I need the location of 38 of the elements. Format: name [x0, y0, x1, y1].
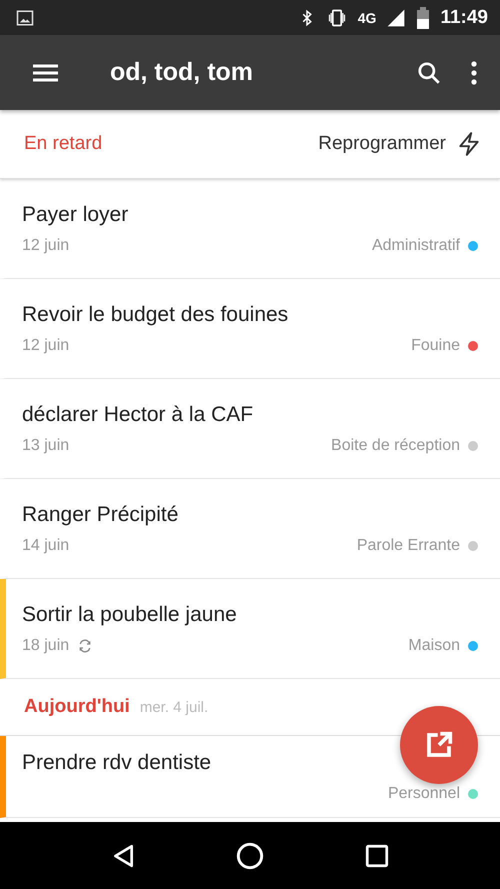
- task-title: déclarer Hector à la CAF: [22, 402, 254, 426]
- task-title: Payer loyer: [22, 202, 128, 226]
- task-title: Revoir le budget des fouines: [22, 302, 288, 326]
- task-title: Prendre rdv dentiste: [22, 750, 212, 774]
- section-title: Aujourd'hui: [24, 696, 130, 718]
- task-row[interactable]: Sortir la poubelle jaune 18 juin Maison: [0, 579, 500, 679]
- task-date: 12 juin: [22, 336, 70, 354]
- task-row[interactable]: Payer loyer 12 juin Administratif: [0, 179, 500, 279]
- clock: 11:49: [440, 6, 488, 28]
- home-icon: [236, 842, 264, 870]
- task-row[interactable]: Ranger Précipité 14 juin Parole Errante: [0, 479, 500, 579]
- project-label: Maison: [408, 636, 460, 654]
- section-date: mer. 4 juil.: [140, 698, 208, 716]
- project-label: Parole Errante: [356, 536, 460, 554]
- task-row[interactable]: déclarer Hector à la CAF 13 juin Boite de réception: [0, 379, 500, 479]
- task-title: Ranger Précipité: [22, 502, 178, 526]
- task-date: 13 juin: [22, 436, 70, 454]
- signal-icon: [386, 8, 406, 28]
- search-icon: [416, 60, 442, 86]
- task-date: 14 juin: [22, 536, 70, 554]
- task-date: 12 juin: [22, 236, 70, 254]
- battery-icon: [416, 6, 430, 28]
- task-row[interactable]: Revoir le budget des fouines 12 juin Fouine: [0, 279, 500, 379]
- app-title: od, tod, tom: [110, 58, 254, 87]
- network-type: 4G: [358, 10, 376, 26]
- task-date: 18 juin: [22, 636, 70, 654]
- section-title: En retard: [24, 133, 102, 155]
- project-label: Administratif: [372, 236, 460, 254]
- project-label: Personnel: [388, 784, 460, 802]
- add-task-button[interactable]: [400, 706, 478, 784]
- image-icon: [16, 8, 34, 26]
- more-icon: [470, 60, 478, 86]
- task-title: Sortir la poubelle jaune: [22, 602, 237, 626]
- project-label: Fouine: [411, 336, 460, 354]
- project-label: Boite de réception: [331, 436, 460, 454]
- external-link-icon: [424, 730, 454, 760]
- recents-icon: [364, 842, 390, 868]
- reschedule-button[interactable]: Reprogrammer: [318, 126, 482, 162]
